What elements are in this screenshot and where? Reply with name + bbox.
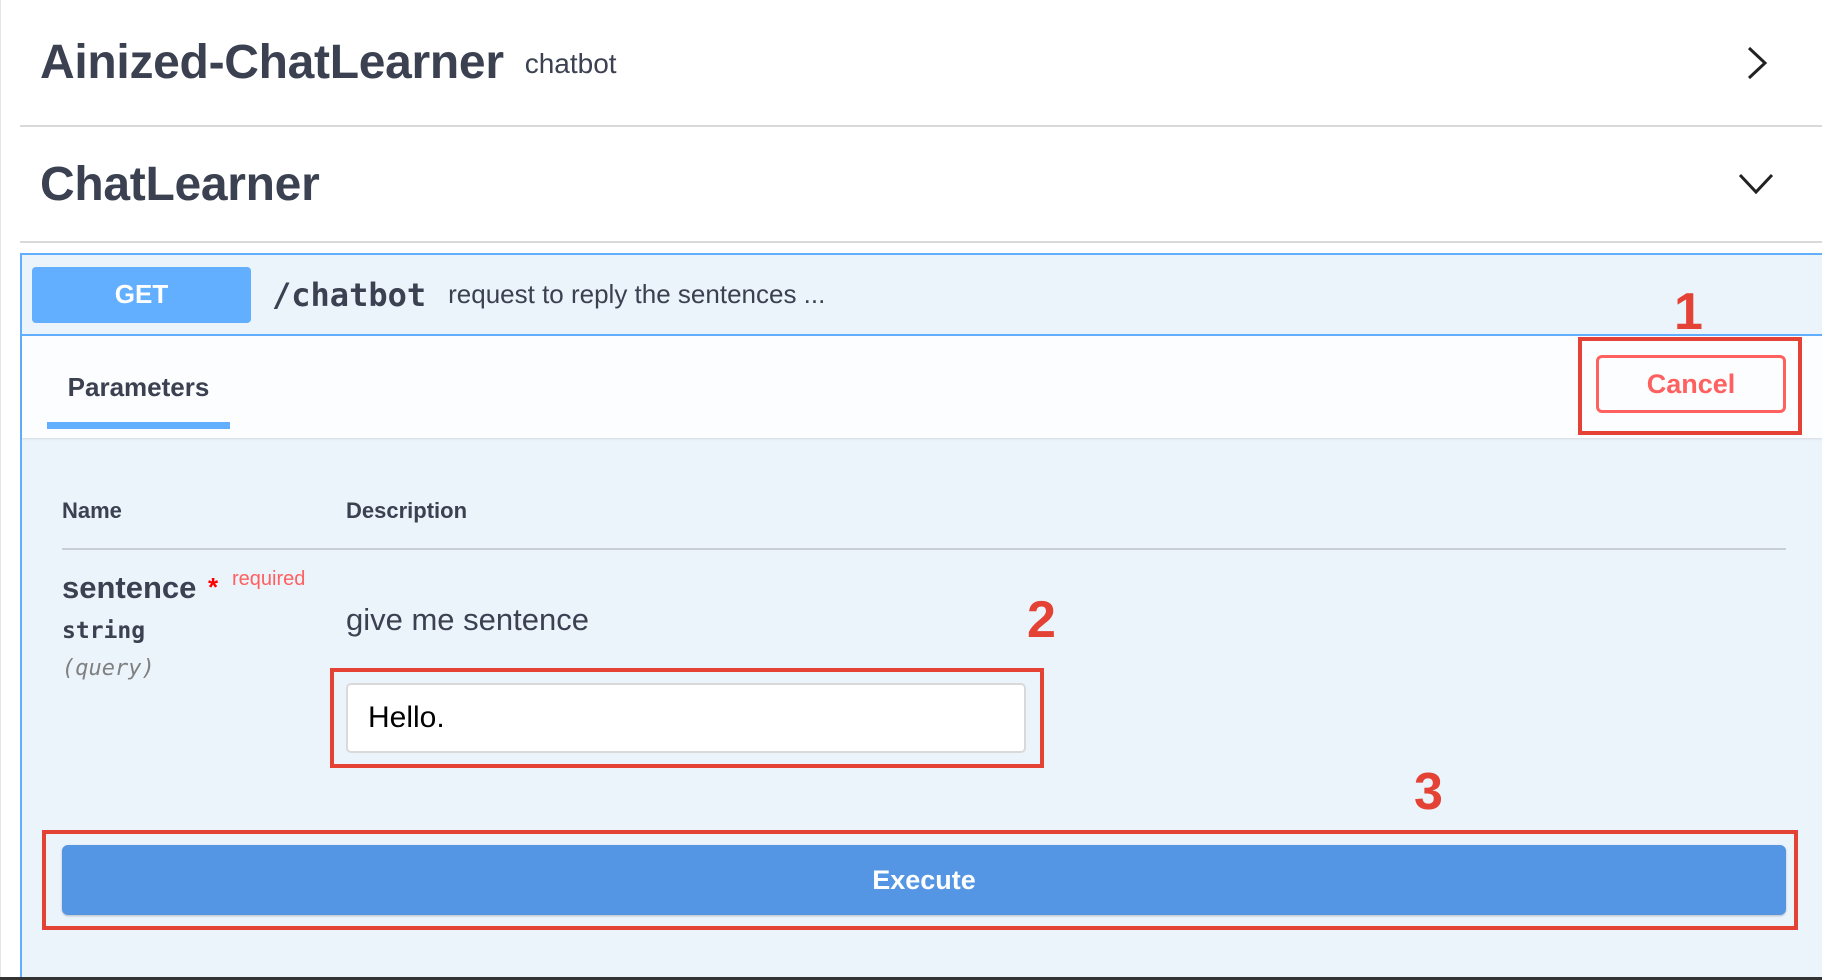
- chevron-down-icon[interactable]: [1737, 172, 1775, 196]
- annotation-number-2: 2: [1027, 591, 1056, 649]
- annotation-number-1: 1: [1674, 283, 1703, 341]
- required-asterisk: *: [208, 572, 219, 602]
- annotation-number-3: 3: [1414, 763, 1443, 821]
- tag-title: Ainized-ChatLearner: [40, 36, 504, 89]
- tag-description: chatbot: [524, 47, 617, 79]
- column-header-name: Name: [62, 498, 122, 523]
- window-edge: [0, 0, 1, 980]
- chevron-right-icon[interactable]: [1746, 45, 1768, 81]
- section-title: ChatLearner: [40, 157, 320, 211]
- cancel-button[interactable]: Cancel: [1596, 355, 1786, 413]
- method-badge: GET: [32, 266, 251, 323]
- tabs-bar: Parameters Cancel: [22, 336, 1822, 438]
- operation-summary[interactable]: GET /chatbot request to reply the senten…: [22, 255, 1822, 336]
- tab-active-indicator: [47, 422, 230, 429]
- parameter-name: sentence: [62, 570, 197, 605]
- column-header-description: Description: [346, 498, 468, 523]
- sentence-input[interactable]: Hello.: [346, 683, 1026, 753]
- endpoint-summary: request to reply the sentences ...: [448, 279, 826, 309]
- swagger-page: Ainized-ChatLearner chatbot ChatLearner …: [0, 0, 1822, 980]
- tag-section-chatlearner[interactable]: ChatLearner: [20, 127, 1822, 243]
- required-label: required: [232, 568, 306, 590]
- execute-button[interactable]: Execute: [62, 845, 1786, 915]
- endpoint-path: /chatbot: [272, 275, 427, 314]
- parameter-type: string: [62, 618, 146, 644]
- parameter-description: give me sentence: [346, 602, 589, 637]
- tag-section-ainized[interactable]: Ainized-ChatLearner chatbot: [20, 0, 1822, 127]
- table-divider: [62, 548, 1786, 550]
- parameter-location: (query): [62, 656, 155, 681]
